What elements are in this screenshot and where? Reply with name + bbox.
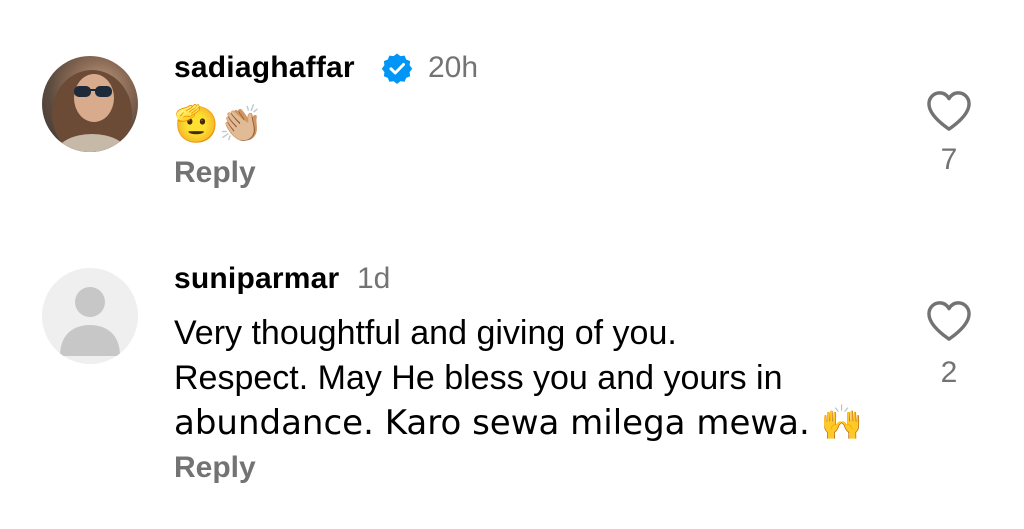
like-count: 2	[940, 356, 958, 389]
verified-badge-icon	[381, 53, 413, 84]
comment-text: 🫡👏🏼	[174, 104, 264, 145]
comment-time: 20h	[428, 51, 479, 84]
like-count: 7	[940, 143, 958, 176]
person-silhouette-icon	[60, 287, 120, 356]
heart-outline-icon[interactable]	[926, 300, 972, 342]
avatar-photo	[52, 70, 132, 152]
comment-time: 1d	[357, 262, 391, 295]
comment-username[interactable]: sadiaghaffar	[174, 51, 355, 85]
reply-button[interactable]: Reply	[174, 451, 256, 485]
heart-outline-icon[interactable]	[926, 90, 972, 132]
comment-text-line: Very thoughtful and giving of you.	[174, 314, 677, 352]
avatar[interactable]	[42, 268, 138, 364]
avatar[interactable]	[42, 56, 138, 152]
comment-text-line: abundance. Karo sewa milega mewa. 🙌	[174, 403, 863, 443]
reply-button[interactable]: Reply	[174, 156, 256, 190]
comment-text: Very thoughtful and giving of you. Respe…	[174, 311, 874, 446]
comment-username[interactable]: suniparmar	[174, 262, 339, 296]
comment-text-line: Respect. May He bless you and yours in	[174, 359, 783, 397]
